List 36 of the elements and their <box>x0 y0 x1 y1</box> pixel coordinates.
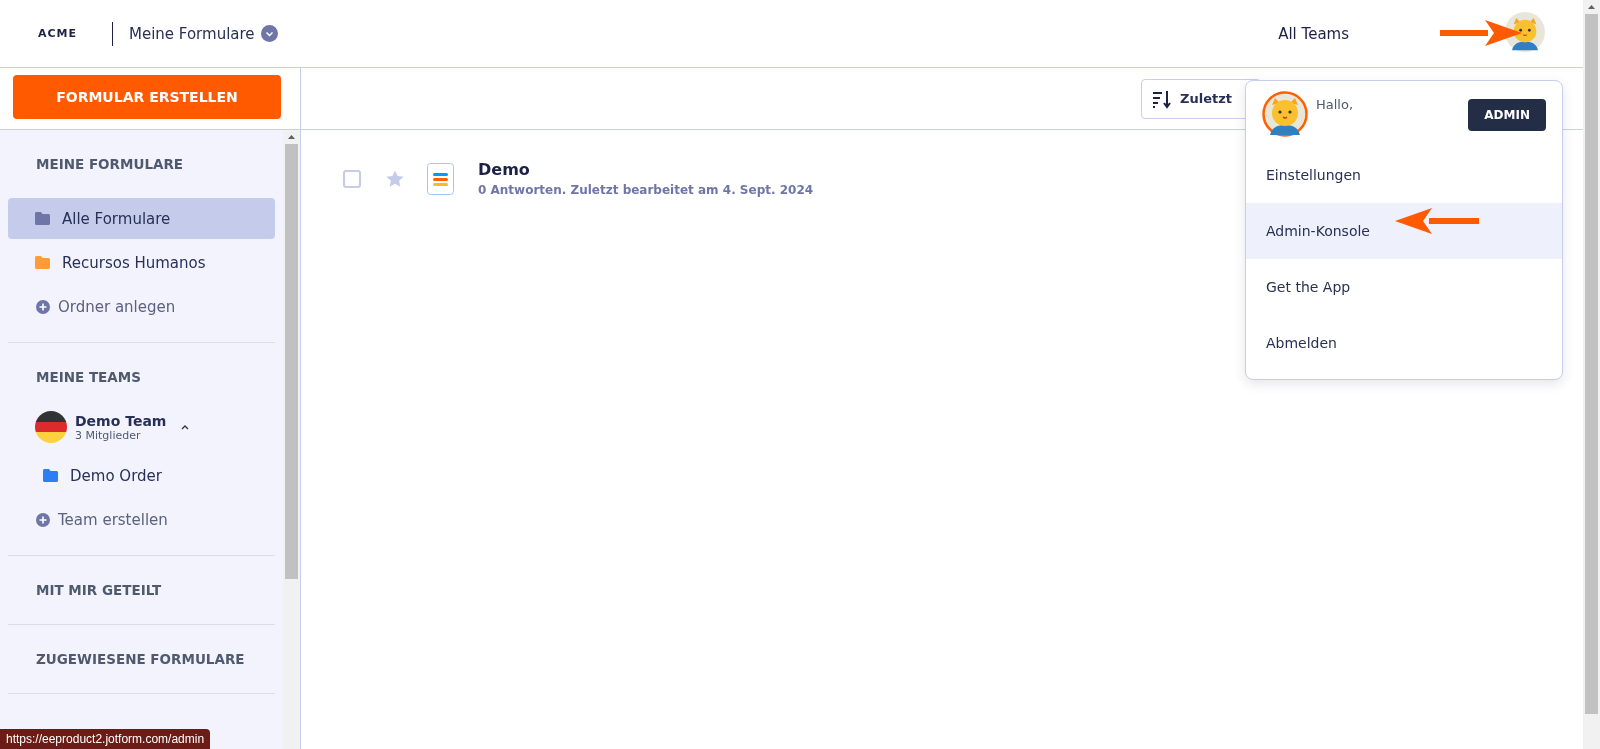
add-folder-link[interactable]: Ordner anlegen <box>8 286 275 328</box>
teams-link[interactable]: All Teams <box>1278 24 1349 43</box>
add-folder-label: Ordner anlegen <box>58 298 176 316</box>
avatar-drawing <box>1262 91 1308 137</box>
menu-item[interactable]: Get the App <box>1246 259 1562 315</box>
greeting: Hallo, <box>1316 97 1355 112</box>
form-meta: 0 Antworten. Zuletzt bearbeitet am 4. Sept. 2024 <box>478 183 814 197</box>
team-name[interactable]: Demo Team <box>75 412 167 429</box>
section-heading[interactable]: MIT MIR GETEILT <box>8 556 275 624</box>
section-heading[interactable]: ZUGEWIESENE FORMULARE <box>8 625 275 693</box>
chevron-down-icon[interactable] <box>260 25 278 42</box>
menu-item[interactable]: Admin-Konsole <box>1246 203 1562 259</box>
menu-item[interactable]: Einstellungen <box>1246 147 1562 203</box>
menu-item[interactable]: Abmelden <box>1246 315 1562 371</box>
create-team-label: Team erstellen <box>58 511 168 529</box>
folder-item[interactable]: Demo Order <box>8 455 275 496</box>
admin-badge: ADMIN <box>1468 99 1546 131</box>
status-url: https://eeproduct2.jotform.com/admin <box>0 729 211 749</box>
create-team-link[interactable]: Team erstellen <box>8 499 275 541</box>
folder-item[interactable]: Alle Formulare <box>8 198 275 239</box>
folder-item[interactable]: Recursos Humanos <box>8 242 275 283</box>
section-heading: MEINE FORMULARE <box>35 155 185 174</box>
avatar-drawing[interactable] <box>1505 11 1545 52</box>
section-heading: MEINE TEAMS <box>35 369 142 387</box>
form-icon <box>427 162 454 195</box>
logo[interactable]: ACME <box>38 27 112 40</box>
scrollbar[interactable] <box>283 130 300 749</box>
form-title[interactable]: Demo <box>478 160 814 179</box>
plus-icon <box>36 513 50 527</box>
page-title[interactable]: Meine Formulare <box>129 24 255 43</box>
plus-icon <box>36 300 50 314</box>
flag-icon <box>35 411 67 443</box>
checkbox[interactable] <box>343 169 361 188</box>
page-scrollbar[interactable] <box>1583 0 1600 749</box>
sort-icon <box>1152 88 1172 109</box>
team-members: 3 Mitglieder <box>75 428 142 442</box>
